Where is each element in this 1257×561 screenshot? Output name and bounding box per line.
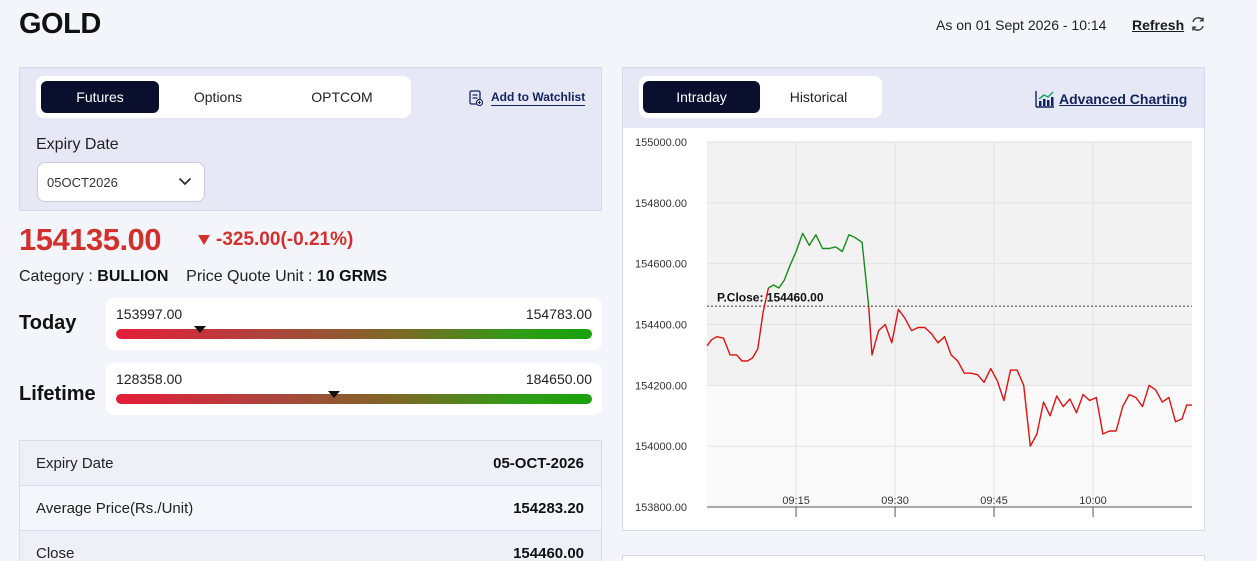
next-panel bbox=[622, 555, 1205, 561]
y-tick-label: 154400.00 bbox=[635, 320, 687, 332]
table-row: Average Price(Rs./Unit) 154283.20 bbox=[20, 486, 601, 531]
table-row: Close 154460.00 bbox=[20, 531, 601, 561]
watchlist-label: Add to Watchlist bbox=[491, 90, 586, 106]
x-tick-label: 09:30 bbox=[881, 495, 909, 507]
chart-panel: Intraday Historical Advanced Charting 15… bbox=[622, 67, 1205, 531]
x-tick-label: 09:45 bbox=[980, 495, 1008, 507]
refresh-icon[interactable] bbox=[1190, 16, 1206, 32]
table-row: Expiry Date 05-OCT-2026 bbox=[20, 441, 601, 486]
category-value: BULLION bbox=[97, 268, 169, 285]
lifetime-range-bar bbox=[116, 394, 592, 404]
contract-panel: Futures Options OPTCOM Add to Watchlist … bbox=[19, 67, 602, 211]
row-value: 154460.00 bbox=[513, 545, 584, 561]
lifetime-range-marker bbox=[327, 391, 340, 398]
as-on-timestamp: As on 01 Sept 2026 - 10:14 bbox=[936, 17, 1107, 33]
advanced-charting-link[interactable]: Advanced Charting bbox=[1035, 90, 1187, 108]
today-range: 153997.00 154783.00 bbox=[106, 298, 602, 350]
watchlist-icon bbox=[469, 90, 483, 106]
expiry-date-label: Expiry Date bbox=[36, 136, 119, 153]
lifetime-low: 128358.00 bbox=[116, 371, 183, 387]
expiry-date-value: 05OCT2026 bbox=[47, 174, 118, 190]
y-tick-label: 154200.00 bbox=[635, 380, 687, 392]
intraday-price-chart[interactable]: 155000.00 154800.00 154600.00 154400.00 1542… bbox=[623, 128, 1206, 532]
expiry-date-select[interactable]: 05OCT2026 bbox=[37, 162, 205, 202]
page-scrollbar[interactable] bbox=[1249, 0, 1257, 561]
x-tick-label: 09:15 bbox=[782, 495, 810, 507]
category-label: Category : bbox=[19, 268, 93, 285]
last-price: 154135.00 bbox=[19, 222, 162, 257]
price-quote-unit-value: 10 GRMS bbox=[316, 268, 388, 285]
row-value: 05-OCT-2026 bbox=[493, 455, 584, 472]
row-label: Expiry Date bbox=[36, 455, 114, 472]
price-change-value: -325.00(-0.21%) bbox=[216, 229, 354, 250]
lifetime-range: 128358.00 184650.00 bbox=[106, 363, 602, 415]
advanced-charting-label: Advanced Charting bbox=[1059, 91, 1188, 107]
contract-type-tabs: Futures Options OPTCOM bbox=[36, 76, 411, 118]
x-tick-label: 10:00 bbox=[1079, 495, 1107, 507]
tab-optcom[interactable]: OPTCOM bbox=[283, 81, 401, 113]
today-range-marker bbox=[193, 326, 206, 333]
page-title: GOLD bbox=[19, 8, 101, 40]
tab-intraday[interactable]: Intraday bbox=[643, 81, 760, 113]
tab-futures[interactable]: Futures bbox=[41, 81, 159, 113]
refresh-link[interactable]: Refresh bbox=[1132, 17, 1184, 33]
today-range-bar bbox=[116, 329, 592, 339]
y-tick-label: 153800.00 bbox=[635, 502, 687, 514]
add-to-watchlist-link[interactable]: Add to Watchlist bbox=[469, 90, 586, 106]
row-label: Close bbox=[36, 545, 75, 561]
today-low: 153997.00 bbox=[116, 306, 183, 322]
chart-icon bbox=[1035, 91, 1054, 108]
chevron-down-icon bbox=[178, 177, 192, 186]
y-tick-label: 154600.00 bbox=[635, 259, 687, 271]
today-label: Today bbox=[19, 312, 77, 334]
lifetime-label: Lifetime bbox=[19, 383, 96, 405]
tab-options[interactable]: Options bbox=[159, 81, 277, 113]
row-label: Average Price(Rs./Unit) bbox=[36, 500, 194, 517]
today-high: 154783.00 bbox=[525, 306, 592, 322]
tab-historical[interactable]: Historical bbox=[760, 81, 877, 113]
y-tick-label: 154800.00 bbox=[635, 198, 687, 210]
y-tick-label: 154000.00 bbox=[635, 441, 687, 453]
previous-close-label: P.Close: 154460.00 bbox=[717, 290, 824, 304]
category-info: Category : BULLION Price Quote Unit : 10… bbox=[19, 268, 387, 286]
contract-details-table: Expiry Date 05-OCT-2026 Average Price(Rs… bbox=[19, 440, 602, 561]
lifetime-high: 184650.00 bbox=[525, 371, 592, 387]
y-tick-label: 155000.00 bbox=[635, 137, 687, 149]
down-arrow-icon bbox=[198, 235, 210, 245]
row-value: 154283.20 bbox=[513, 500, 584, 517]
chart-header: Intraday Historical Advanced Charting bbox=[623, 68, 1204, 128]
chart-range-tabs: Intraday Historical bbox=[639, 76, 882, 118]
price-quote-unit-label: Price Quote Unit : bbox=[186, 268, 313, 285]
price-change: -325.00(-0.21%) bbox=[197, 229, 353, 251]
